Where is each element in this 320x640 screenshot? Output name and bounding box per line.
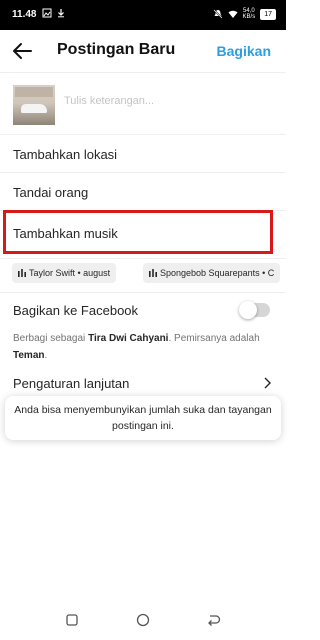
facebook-share-label: Bagikan ke Facebook — [13, 303, 139, 318]
system-navigation-bar — [0, 600, 286, 640]
battery-indicator: 17 — [260, 8, 276, 20]
chevron-right-icon — [264, 377, 271, 389]
facebook-audience: Teman — [13, 350, 45, 361]
back-arrow-icon[interactable] — [10, 40, 34, 62]
post-thumbnail — [13, 85, 55, 125]
advanced-settings-label: Pengaturan lanjutan — [13, 376, 130, 391]
add-location-row[interactable]: Tambahkan lokasi — [0, 134, 286, 172]
music-chip[interactable]: Spongebob Squarepants • C — [143, 263, 281, 283]
network-speed: 54,0 KB/s — [242, 8, 256, 20]
facebook-share-description: Berbagi sebagai Tira Dwi Cahyani. Pemirs… — [13, 333, 260, 361]
music-chip-label: Taylor Swift • august — [29, 268, 111, 278]
add-music-row[interactable]: Tambahkan musik — [0, 210, 286, 254]
add-location-label: Tambahkan lokasi — [13, 147, 118, 162]
music-chip-label: Spongebob Squarepants • C — [160, 268, 275, 278]
caption-input[interactable] — [64, 95, 264, 107]
status-bar: 11.48 54,0 KB/s 17 — [0, 0, 286, 30]
audio-bars-icon — [149, 269, 157, 277]
add-music-label: Tambahkan musik — [13, 226, 118, 241]
top-app-bar: Postingan Baru Bagikan — [0, 30, 286, 72]
caption-section — [0, 72, 286, 134]
share-button[interactable]: Bagikan — [217, 43, 271, 59]
home-icon[interactable] — [135, 612, 151, 628]
tag-people-row[interactable]: Tandai orang — [0, 172, 286, 210]
toggle-knob — [239, 301, 257, 319]
music-suggestions: Taylor Swift • august Spongebob Squarepa… — [0, 258, 286, 284]
recents-icon[interactable] — [64, 612, 80, 628]
advanced-settings-row[interactable]: Pengaturan lanjutan — [0, 368, 286, 398]
facebook-share-toggle[interactable] — [239, 301, 270, 319]
music-chip[interactable]: Taylor Swift • august — [12, 263, 117, 283]
system-back-icon[interactable] — [205, 612, 221, 628]
audio-bars-icon — [18, 269, 26, 277]
facebook-share-section: Bagikan ke Facebook Berbagi sebagai Tira… — [0, 292, 286, 368]
wifi-icon — [228, 10, 238, 18]
mute-bell-icon — [212, 9, 223, 19]
page-title: Postingan Baru — [57, 41, 176, 58]
hide-likes-tooltip: Anda bisa menyembunyikan jumlah suka dan… — [5, 396, 281, 440]
tag-people-label: Tandai orang — [13, 185, 89, 200]
facebook-user-name: Tira Dwi Cahyani — [88, 333, 169, 344]
gallery-notification-icon — [42, 8, 52, 18]
status-time: 11.48 — [12, 9, 37, 20]
download-notification-icon — [58, 9, 64, 18]
